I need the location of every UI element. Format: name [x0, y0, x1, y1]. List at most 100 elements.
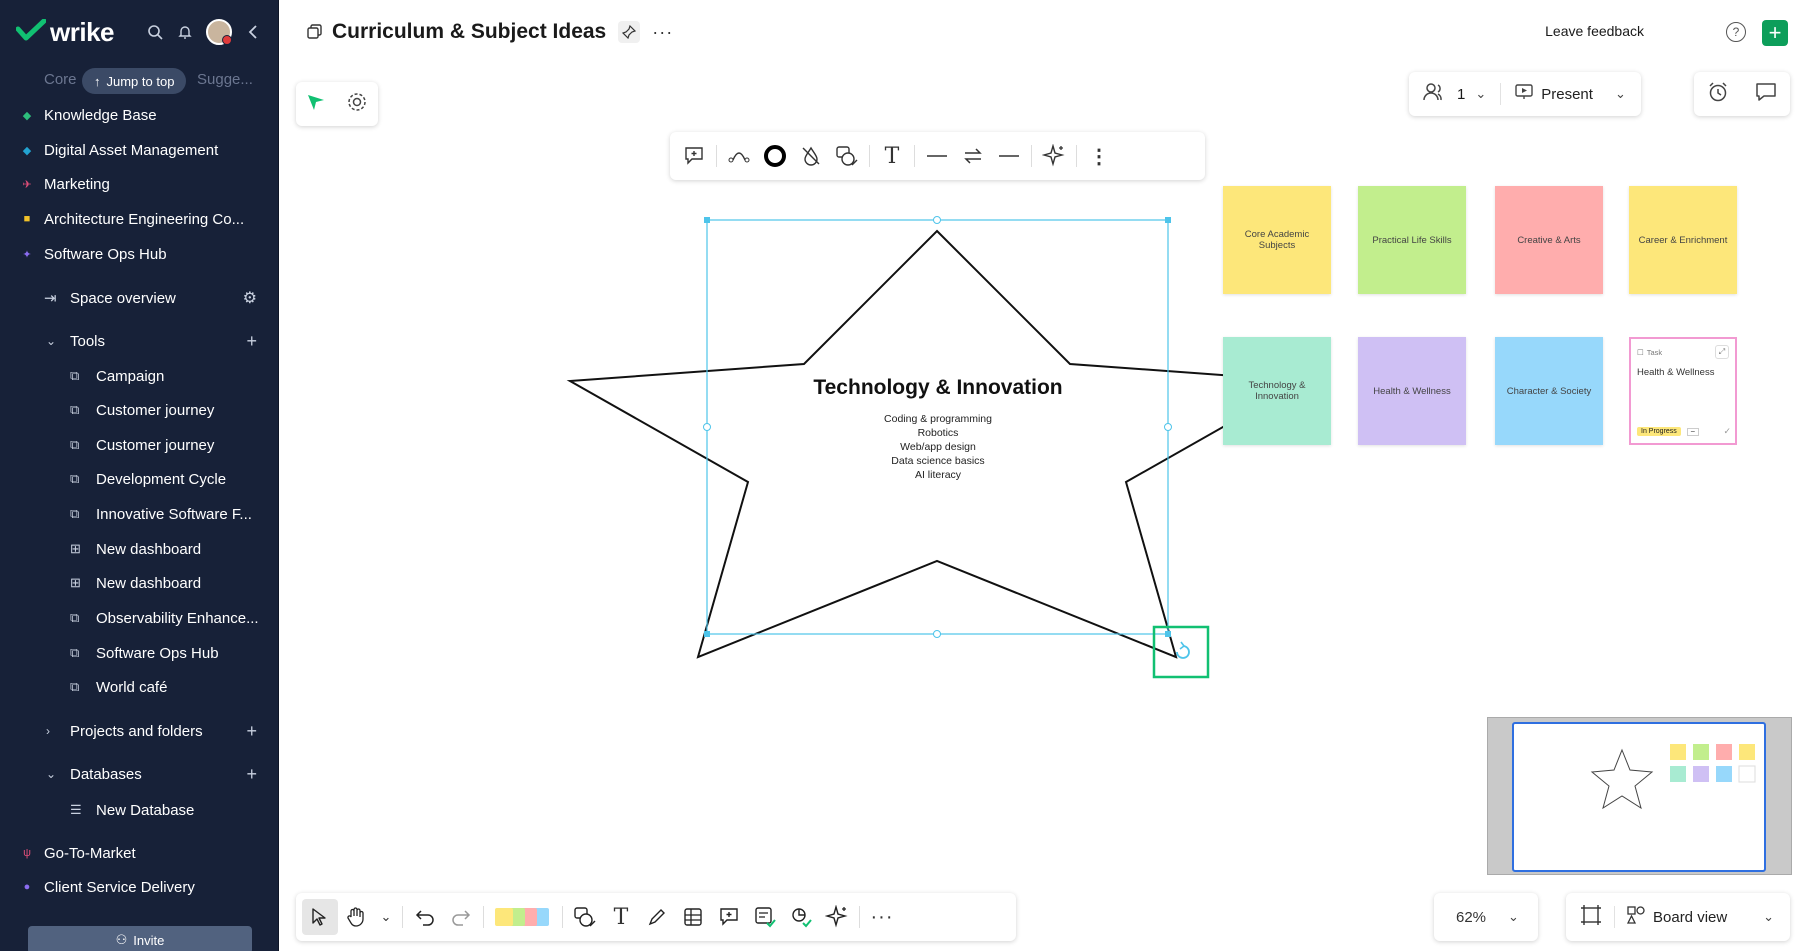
- task-tool-icon[interactable]: [747, 899, 783, 935]
- sidebar-section-projects[interactable]: › Projects and folders +: [0, 715, 279, 747]
- expand-icon[interactable]: ⤢: [1715, 345, 1729, 359]
- sidebar-section-databases[interactable]: ⌄ Databases +: [0, 758, 279, 790]
- sidebar-database-item[interactable]: ☰ New Database: [0, 794, 279, 826]
- more-options-icon[interactable]: ···: [652, 22, 673, 43]
- sticky-note[interactable]: Character & Society: [1495, 337, 1603, 445]
- sidebar-space-go-to-market[interactable]: ψ Go-To-Market: [0, 837, 279, 869]
- shapes-tool-icon[interactable]: [567, 899, 603, 935]
- sidebar-tool-item[interactable]: ⧉ Campaign: [0, 360, 279, 392]
- divider: [402, 906, 403, 928]
- sidebar-section-tools[interactable]: ⌄ Tools +: [0, 325, 279, 357]
- view-control: Board view ⌄: [1566, 893, 1790, 941]
- collapse-sidebar-icon[interactable]: [244, 23, 262, 41]
- search-icon[interactable]: [146, 23, 164, 41]
- task-status-badge[interactable]: In Progress: [1637, 427, 1681, 436]
- avatar[interactable]: [206, 19, 232, 45]
- chevron-down-icon[interactable]: ⌄: [374, 899, 398, 935]
- pen-tool-icon[interactable]: [639, 899, 675, 935]
- sidebar-tool-item[interactable]: ⧉ Customer journey: [0, 394, 279, 426]
- sticky-note[interactable]: Core Academic Subjects: [1223, 186, 1331, 294]
- jump-to-top-button[interactable]: ↑ Jump to top: [82, 68, 187, 94]
- page-title[interactable]: Curriculum & Subject Ideas: [332, 20, 606, 44]
- sticky-note[interactable]: Creative & Arts: [1495, 186, 1603, 294]
- sidebar-space-knowledge-base[interactable]: ◆ Knowledge Base: [0, 99, 279, 131]
- arrow-up-icon: ↑: [94, 73, 101, 89]
- wrike-logo[interactable]: wrike: [15, 17, 115, 48]
- page-header: Curriculum & Subject Ideas ··· Leave fee…: [280, 0, 1800, 64]
- invite-label: Invite: [133, 932, 165, 948]
- task-type-icon: ☐: [1637, 347, 1644, 357]
- chevron-down-icon[interactable]: ⌄: [1508, 909, 1519, 925]
- zoom-level[interactable]: 62%: [1456, 909, 1486, 926]
- divider: [562, 906, 563, 928]
- whiteboard-icon: [306, 23, 324, 41]
- comment-tool-icon[interactable]: [711, 899, 747, 935]
- sidebar-space-digital-asset-management[interactable]: ◆ Digital Asset Management: [0, 134, 279, 166]
- chevron-down-icon: ⌄: [46, 334, 57, 348]
- space-suggestions-faded[interactable]: Sugge...: [197, 71, 253, 88]
- select-tool-icon[interactable]: [302, 899, 338, 935]
- add-project-icon[interactable]: +: [246, 721, 257, 742]
- sidebar-tool-item[interactable]: ⊞ New dashboard: [0, 567, 279, 599]
- pin-icon[interactable]: [618, 21, 641, 43]
- sidebar-space-architecture[interactable]: ■ Architecture Engineering Co...: [0, 203, 279, 235]
- board-view-button[interactable]: Board view: [1653, 909, 1727, 926]
- sticky-note[interactable]: Practical Life Skills: [1358, 186, 1466, 294]
- whiteboard-icon: ⧉: [70, 368, 80, 383]
- invite-button[interactable]: ⚇ Invite: [28, 926, 252, 951]
- add-button[interactable]: +: [1762, 20, 1788, 46]
- enter-icon: ⇥: [44, 290, 57, 307]
- chevron-down-icon[interactable]: ⌄: [1763, 909, 1774, 925]
- more-options-icon[interactable]: ···: [864, 899, 900, 935]
- sidebar-tool-item[interactable]: ⧉ Development Cycle: [0, 463, 279, 495]
- frame-icon[interactable]: [1580, 904, 1602, 931]
- tool-label: Software Ops Hub: [96, 644, 219, 662]
- space-overview-item[interactable]: ⇥ Space overview ⚙: [0, 282, 279, 314]
- sticky-note[interactable]: Technology & Innovation: [1223, 337, 1331, 445]
- chevron-down-icon: ⌄: [46, 767, 57, 781]
- help-icon[interactable]: ?: [1726, 22, 1746, 42]
- star-body[interactable]: Coding & programming Robotics Web/app de…: [700, 412, 1176, 482]
- ai-sparkle-icon[interactable]: [819, 899, 855, 935]
- zoom-control[interactable]: 62% ⌄: [1434, 893, 1538, 941]
- text-tool-icon[interactable]: T: [603, 899, 639, 935]
- sticky-note[interactable]: Health & Wellness: [1358, 337, 1466, 445]
- undo-icon[interactable]: [407, 899, 443, 935]
- priority-icon[interactable]: –: [1686, 427, 1699, 436]
- table-tool-icon[interactable]: [675, 899, 711, 935]
- redo-icon[interactable]: [443, 899, 479, 935]
- sidebar-space-software-ops-hub[interactable]: ✦ Software Ops Hub: [0, 238, 279, 270]
- whiteboard-icon: ⧉: [70, 645, 80, 660]
- minimap-viewport[interactable]: [1512, 722, 1766, 872]
- sidebar-item-label: Go-To-Market: [44, 844, 136, 862]
- star-line: Coding & programming: [884, 413, 992, 425]
- add-user-icon: ⚇: [115, 932, 128, 947]
- check-icon[interactable]: ✓: [1723, 426, 1731, 437]
- bell-icon[interactable]: [176, 23, 194, 41]
- sidebar-tool-item[interactable]: ⧉ Innovative Software F...: [0, 498, 279, 530]
- minimap[interactable]: [1487, 717, 1792, 875]
- list-icon: ☰: [70, 802, 82, 817]
- chevron-right-icon: ›: [46, 724, 50, 738]
- sidebar-tool-item[interactable]: ⧉ World café: [0, 671, 279, 703]
- add-tool-icon[interactable]: +: [246, 331, 257, 352]
- sidebar-space-marketing[interactable]: ✈ Marketing: [0, 168, 279, 200]
- hand-tool-icon[interactable]: [338, 899, 374, 935]
- sidebar-tool-item[interactable]: ⧉ Software Ops Hub: [0, 637, 279, 669]
- integrations-tool-icon[interactable]: [783, 899, 819, 935]
- sticky-note[interactable]: Career & Enrichment: [1629, 186, 1737, 294]
- add-database-icon[interactable]: +: [246, 764, 257, 785]
- sidebar-tool-item[interactable]: ⧉ Customer journey: [0, 429, 279, 461]
- space-overview-label: Space overview: [70, 289, 176, 307]
- sidebar-tool-item[interactable]: ⊞ New dashboard: [0, 533, 279, 565]
- sidebar-tool-item[interactable]: ⧉ Observability Enhance...: [0, 602, 279, 634]
- sidebar-space-client-service-delivery[interactable]: ● Client Service Delivery: [0, 871, 279, 903]
- whiteboard-canvas[interactable]: 1 ⌄ Present ⌄ T ⋮ Technology & Innovatio…: [280, 64, 1800, 951]
- task-card[interactable]: ☐ Task ⤢ Health & Wellness In Progress –…: [1629, 337, 1737, 445]
- section-label: Tools: [70, 332, 106, 350]
- sticky-notes-tool-icon[interactable]: [488, 899, 558, 935]
- gear-icon[interactable]: ⚙: [243, 288, 257, 308]
- leave-feedback-link[interactable]: Leave feedback: [1545, 23, 1644, 39]
- space-core-faded[interactable]: Core: [44, 71, 77, 88]
- star-title[interactable]: Technology & Innovation: [700, 376, 1176, 400]
